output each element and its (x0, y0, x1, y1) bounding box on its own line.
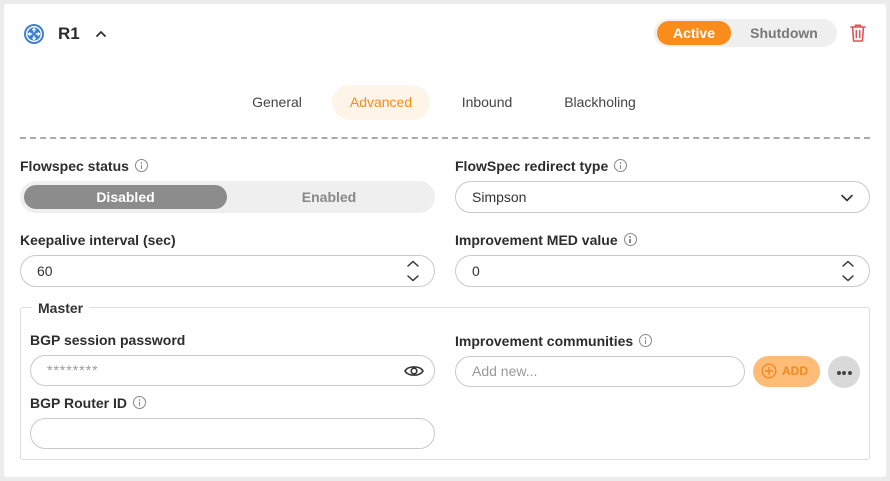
more-horizontal-icon (842, 370, 846, 375)
info-icon[interactable] (132, 396, 146, 409)
active-button[interactable]: Active (657, 21, 731, 45)
tab-advanced[interactable]: Advanced (332, 85, 430, 120)
more-horizontal-icon (836, 370, 841, 375)
chevron-up-icon[interactable] (94, 27, 108, 41)
info-icon[interactable] (134, 159, 148, 172)
improvement-communities-placeholder: Add new... (472, 363, 538, 379)
router-name: R1 (58, 24, 80, 43)
flowspec-status-label: Flowspec status (20, 158, 148, 174)
tab-inbound[interactable]: Inbound (444, 85, 530, 120)
info-icon[interactable] (639, 334, 653, 347)
flowspec-status-toggle: Disabled Enabled (20, 181, 435, 213)
more-horizontal-icon (847, 370, 852, 375)
add-community-label: ADD (782, 364, 808, 378)
info-icon[interactable] (623, 233, 637, 246)
bgp-password-label: BGP session password (30, 332, 186, 348)
network-node-icon (24, 24, 44, 44)
flowspec-redirect-text: FlowSpec redirect type (455, 158, 609, 174)
more-options-button[interactable] (828, 356, 860, 388)
bgp-password-input[interactable]: ******** (30, 355, 435, 386)
section-divider (20, 137, 870, 139)
flowspec-enabled-option[interactable]: Enabled (227, 185, 431, 209)
router-header: R1 Active Shutdown (4, 4, 886, 62)
keepalive-value: 60 (37, 263, 53, 279)
plus-circle-icon (761, 363, 777, 379)
keepalive-input[interactable]: 60 (20, 255, 435, 287)
flowspec-redirect-label: FlowSpec redirect type (455, 158, 628, 174)
improvement-communities-label: Improvement communities (455, 333, 653, 349)
bgp-router-id-label: BGP Router ID (30, 395, 146, 411)
keepalive-label: Keepalive interval (sec) (20, 232, 176, 248)
tab-general[interactable]: General (234, 85, 320, 120)
eye-icon[interactable] (404, 364, 424, 378)
improvement-med-label: Improvement MED value (455, 232, 637, 248)
flowspec-redirect-value: Simpson (472, 189, 527, 205)
info-icon[interactable] (614, 159, 628, 172)
stepper-arrows-icon[interactable] (406, 259, 420, 283)
improvement-med-input[interactable]: 0 (455, 255, 870, 287)
settings-tabs: General Advanced Inbound Blackholing (4, 85, 886, 121)
improvement-med-text: Improvement MED value (455, 232, 618, 248)
trash-icon[interactable] (849, 23, 867, 43)
improvement-communities-text: Improvement communities (455, 333, 634, 349)
router-state-toggle: Active Shutdown (654, 19, 837, 47)
improvement-med-value: 0 (472, 263, 480, 279)
chevron-down-icon (841, 194, 853, 202)
flowspec-status-text: Flowspec status (20, 158, 129, 174)
bgp-router-id-input[interactable] (30, 418, 435, 449)
master-legend: Master (32, 300, 90, 316)
add-community-button[interactable]: ADD (753, 356, 820, 387)
improvement-communities-input[interactable]: Add new... (455, 356, 745, 387)
router-card: R1 Active Shutdown General Advanced Inbo… (4, 4, 886, 477)
flowspec-redirect-select[interactable]: Simpson (455, 181, 870, 213)
flowspec-disabled-option[interactable]: Disabled (24, 185, 227, 209)
stepper-arrows-icon[interactable] (841, 259, 855, 283)
tab-blackholing[interactable]: Blackholing (544, 85, 656, 120)
bgp-router-id-text: BGP Router ID (30, 395, 127, 411)
bgp-password-value: ******** (47, 362, 99, 378)
shutdown-button[interactable]: Shutdown (733, 21, 835, 45)
